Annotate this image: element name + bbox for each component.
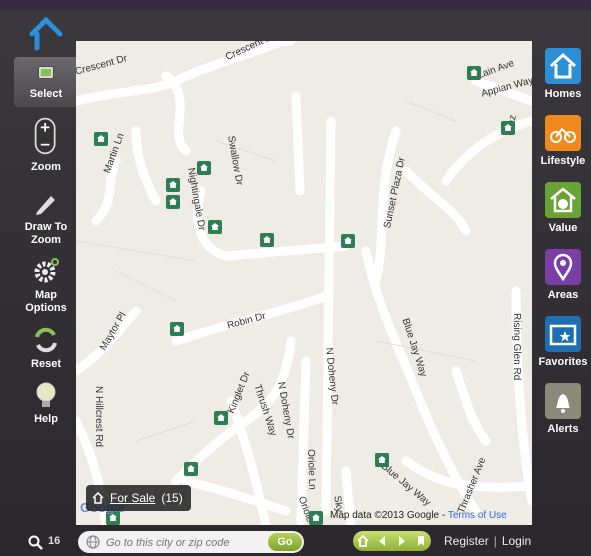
result-count: 16 xyxy=(48,535,61,547)
account-links: Register | Login xyxy=(444,534,531,548)
attribution-text: Map data ©2013 Google - xyxy=(330,510,448,521)
location-search-input[interactable] xyxy=(104,534,268,552)
alerts-button[interactable]: Alerts xyxy=(537,383,589,435)
lifestyle-button[interactable]: Lifestyle xyxy=(537,115,589,167)
listing-marker[interactable] xyxy=(375,453,389,467)
listing-marker[interactable] xyxy=(309,511,323,525)
pencil-icon xyxy=(36,196,55,215)
for-sale-label[interactable]: For Sale xyxy=(110,491,155,505)
map-nav-controls xyxy=(353,531,431,551)
zoom-icon xyxy=(34,117,56,155)
listing-marker[interactable] xyxy=(501,121,515,135)
value-button[interactable]: Value xyxy=(537,182,589,234)
help-tool[interactable]: Help xyxy=(14,380,78,426)
lightbulb-icon xyxy=(36,382,56,407)
house-icon xyxy=(92,492,104,504)
next-arrow-icon[interactable] xyxy=(396,535,408,547)
reset-tool[interactable]: Reset xyxy=(14,325,78,371)
map-attribution: Map data ©2013 Google - Terms of Use xyxy=(330,510,507,521)
street-label-oriole: Oriole Ln xyxy=(305,449,318,490)
street-label-hillcrest: N Hillcrest Rd xyxy=(93,386,104,448)
listing-marker[interactable] xyxy=(184,462,198,476)
value-label: Value xyxy=(548,222,578,234)
window-top-strip xyxy=(0,0,591,10)
house-icon xyxy=(545,48,581,84)
star-folder-icon xyxy=(545,316,581,352)
bell-icon xyxy=(545,383,581,419)
listing-marker[interactable] xyxy=(166,178,180,192)
map-options-tool[interactable]: Map Options xyxy=(14,256,78,315)
street-label-rising-glen: Rising Glen Rd xyxy=(511,313,522,381)
favorites-label: Favorites xyxy=(538,356,588,368)
search-icon[interactable] xyxy=(28,535,44,551)
register-link[interactable]: Register xyxy=(444,534,489,548)
home-logo-icon[interactable] xyxy=(28,16,64,52)
previous-arrow-icon[interactable] xyxy=(376,535,388,547)
draw-to-zoom-label-1: Draw To xyxy=(24,221,68,233)
bike-icon xyxy=(545,115,581,151)
favorites-button[interactable]: Favorites xyxy=(537,316,589,368)
for-sale-count: (15) xyxy=(161,491,183,505)
go-button[interactable]: Go xyxy=(268,533,302,551)
select-label: Select xyxy=(29,88,63,100)
listing-marker[interactable] xyxy=(166,195,180,209)
bookmark-icon[interactable] xyxy=(415,535,427,547)
map-view[interactable]: Crescent Dr Crescent Dr Lain Ave Appian … xyxy=(76,41,532,525)
alerts-label: Alerts xyxy=(547,423,579,435)
home-nav-icon[interactable] xyxy=(357,535,369,547)
map-options-label-1: Map xyxy=(35,289,57,301)
areas-label: Areas xyxy=(547,289,579,301)
listing-marker[interactable] xyxy=(170,322,184,336)
zoom-label: Zoom xyxy=(31,161,61,173)
listing-marker[interactable] xyxy=(214,411,228,425)
globe-icon xyxy=(86,535,100,549)
listing-marker[interactable] xyxy=(94,132,108,146)
draw-to-zoom-label-2: Zoom xyxy=(31,234,61,246)
listing-marker[interactable] xyxy=(341,234,355,248)
listing-marker[interactable] xyxy=(260,233,274,247)
select-icon xyxy=(38,66,54,79)
reset-label: Reset xyxy=(31,358,61,370)
map-options-label-2: Options xyxy=(25,302,67,314)
help-label: Help xyxy=(34,413,58,425)
draw-to-zoom-tool[interactable]: Draw To Zoom xyxy=(14,188,78,247)
zoom-tool[interactable]: Zoom xyxy=(14,114,78,174)
lifestyle-label: Lifestyle xyxy=(540,155,586,167)
for-sale-legend[interactable]: For Sale (15) xyxy=(86,485,191,511)
link-separator: | xyxy=(493,534,497,548)
location-search-box: Go xyxy=(78,531,304,553)
listing-marker[interactable] xyxy=(197,161,211,175)
listing-marker[interactable] xyxy=(467,66,481,80)
areas-button[interactable]: Areas xyxy=(537,249,589,301)
gear-icon xyxy=(34,258,59,283)
map-pin-icon xyxy=(545,249,581,285)
homes-button[interactable]: Homes xyxy=(537,48,589,100)
terms-of-use-link[interactable]: Terms of Use xyxy=(448,510,507,521)
reset-icon xyxy=(35,327,57,353)
listing-marker[interactable] xyxy=(208,220,222,234)
homes-label: Homes xyxy=(544,88,582,100)
street-network xyxy=(76,41,532,525)
dollar-house-icon xyxy=(545,182,581,218)
select-tool[interactable]: Select xyxy=(14,57,78,107)
login-link[interactable]: Login xyxy=(502,534,531,548)
